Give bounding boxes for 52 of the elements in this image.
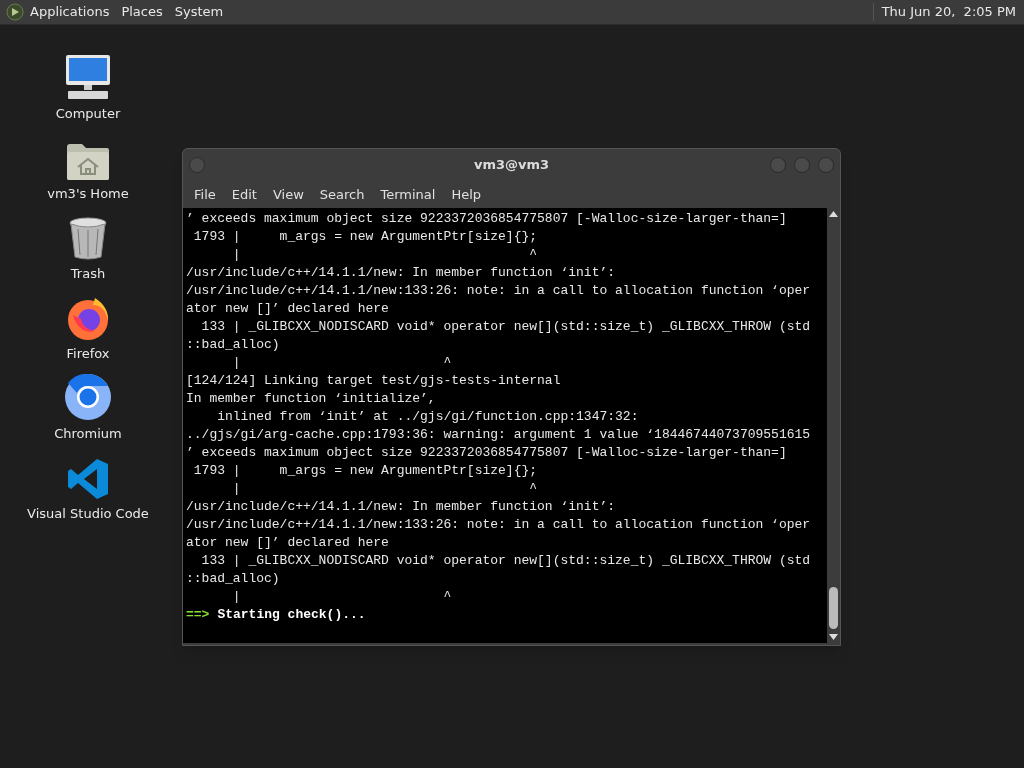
output-line: | ^: [231, 246, 539, 264]
window-title: vm3@vm3: [473, 156, 550, 175]
home-folder-icon: [65, 141, 111, 181]
menu-item[interactable]: Terminal: [373, 184, 443, 205]
desktop-icon-label[interactable]: Firefox: [66, 344, 110, 364]
output-line: | ^: [231, 354, 453, 372]
output-line: ’ exceeds maximum object size 9223372036854775807 [-Walloc-size-larger-than=]: [186, 210, 788, 228]
output-line: ator new []’ declared here: [186, 300, 390, 318]
output-line: /usr/include/c++/14.1.1/new: In member function ‘init’:: [186, 498, 617, 516]
app-menu-icon[interactable]: [6, 3, 24, 21]
desktop-icon-label[interactable]: vm3's Home: [47, 184, 129, 204]
output-line: | ^: [231, 480, 539, 498]
desktop-icon-label[interactable]: Visual Studio Code: [27, 504, 149, 524]
computer-icon: [63, 53, 113, 101]
desktop-icon-label[interactable]: Computer: [55, 104, 121, 124]
output-line: /usr/include/c++/14.1.1/new: In member function ‘init’:: [186, 264, 617, 282]
panel-menu[interactable]: Applications: [30, 2, 110, 22]
code-editor-icon: [66, 457, 110, 501]
output-line: 1793 | m_args = new ArgumentPtr[size]{};: [192, 228, 539, 246]
status-message: Starting check()...: [217, 606, 366, 624]
panel-menu[interactable]: Places: [121, 2, 163, 22]
output-line: 133 | _GLIBCXX_NODISCARD void* operator new[](std::size_t) _GLIBCXX_THROW (std: [200, 318, 812, 336]
firefox-icon: [65, 295, 111, 341]
menu-item[interactable]: View: [265, 184, 311, 205]
output-line: | ^: [231, 588, 453, 606]
output-line: [124/124] Linking target test/gjs-tests-internal: [186, 372, 562, 390]
output-line: 133 | _GLIBCXX_NODISCARD void* operator new[](std::size_t) _GLIBCXX_THROW (std: [200, 552, 812, 570]
menu-item[interactable]: Edit: [224, 184, 264, 205]
output-line: /usr/include/c++/14.1.1/new:133:26: note: in a call to allocation function ‘oper: [186, 282, 812, 300]
output-line: inlined from ‘init’ at ../gjs/gi/function.cpp:1347:32:: [216, 408, 640, 426]
scroll-thumb[interactable]: [829, 587, 838, 629]
scroll-down-icon[interactable]: [829, 633, 838, 641]
output-line: /usr/include/c++/14.1.1/new:133:26: note: in a call to allocation function ‘oper: [186, 516, 812, 534]
clock[interactable]: Thu Jun 20, 2:05 PM: [881, 2, 1016, 22]
output-line: ::bad_alloc): [186, 336, 281, 354]
menu-item[interactable]: File: [187, 184, 223, 205]
output-line: ’ exceeds maximum object size 9223372036854775807 [-Walloc-size-larger-than=]: [186, 444, 788, 462]
output-line: ../gjs/gi/arg-cache.cpp:1793:36: warning: argument 1 value ‘18446744073709551615: [186, 426, 812, 444]
menu-item[interactable]: Help: [444, 184, 489, 205]
prompt-arrow: ==>: [186, 606, 210, 624]
desktop-icon-label[interactable]: Chromium: [54, 424, 122, 444]
chromium-icon: [64, 373, 112, 421]
scrollbar[interactable]: [827, 208, 840, 643]
desktop-icon-label[interactable]: Trash: [70, 264, 106, 284]
output-line: ator new []’ declared here: [186, 534, 390, 552]
output-line: ::bad_alloc): [186, 570, 281, 588]
panel-menu[interactable]: System: [174, 2, 224, 22]
output-line: 1793 | m_args = new ArgumentPtr[size]{};: [192, 462, 539, 480]
scroll-up-icon[interactable]: [829, 210, 838, 218]
menu-item[interactable]: Search: [312, 184, 372, 205]
output-line: In member function ‘initialize’,: [186, 390, 437, 408]
trash-icon: [68, 217, 108, 261]
